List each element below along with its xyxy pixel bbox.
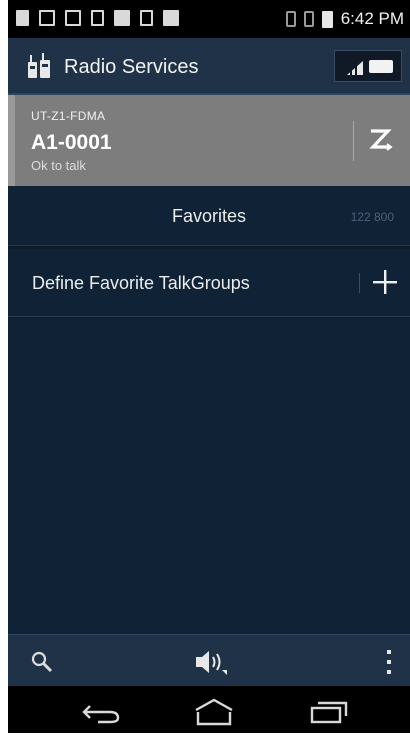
talkgroup-list [8,318,410,634]
sim-icon [16,10,29,26]
define-favorites-row[interactable]: Define Favorite TalkGroups [8,249,410,317]
download-notification-icon [91,10,104,26]
notification-icons [16,10,179,26]
status-right: 6:42 PM [285,9,404,29]
speaker-icon[interactable] [194,648,228,676]
image-notification-icon [65,10,81,26]
grid-notification-icon [39,10,55,26]
status-battery-icon [321,10,333,28]
status-bar: 6:42 PM [8,0,410,38]
define-favorites-label: Define Favorite TalkGroups [32,273,250,293]
recent-apps-icon[interactable] [308,700,350,724]
screenshot-bottom-margin [8,733,410,739]
channel-status: Ok to talk [31,158,86,173]
overflow-menu-icon[interactable] [386,649,392,675]
search-icon[interactable] [30,650,54,674]
plus-icon[interactable] [370,267,400,297]
status-time: 6:42 PM [340,9,404,28]
define-divider [359,273,360,293]
zone-switch-icon[interactable] [366,125,396,155]
app-notification-icon [114,10,130,26]
barcode-notification-icon [163,10,179,26]
favorites-header[interactable]: Favorites 122 800 [8,186,410,246]
battery-icon [369,60,393,73]
home-icon[interactable] [192,696,236,728]
navigation-bar [8,686,410,739]
favorites-count: 122 800 [350,210,394,224]
action-bar: Radio Services [8,38,410,95]
radio-services-icon[interactable] [26,52,52,80]
vibrate-icon [285,11,296,27]
radio-status-box[interactable] [334,50,402,82]
channel-card[interactable]: UT-Z1-FDMA A1-0001 Ok to talk [8,95,410,186]
signal-icon [347,61,363,75]
phone-screen: 6:42 PM Radio Services UT-Z1-FDMA A1-000… [8,0,410,739]
channel-divider [353,121,354,161]
bottom-toolbar [8,634,410,686]
no-signal-icon [303,11,314,27]
channel-zone: UT-Z1-FDMA [31,109,106,123]
channel-name: A1-0001 [31,131,112,154]
back-icon[interactable] [80,700,122,726]
document-notification-icon [140,10,153,26]
app-title: Radio Services [64,56,199,78]
